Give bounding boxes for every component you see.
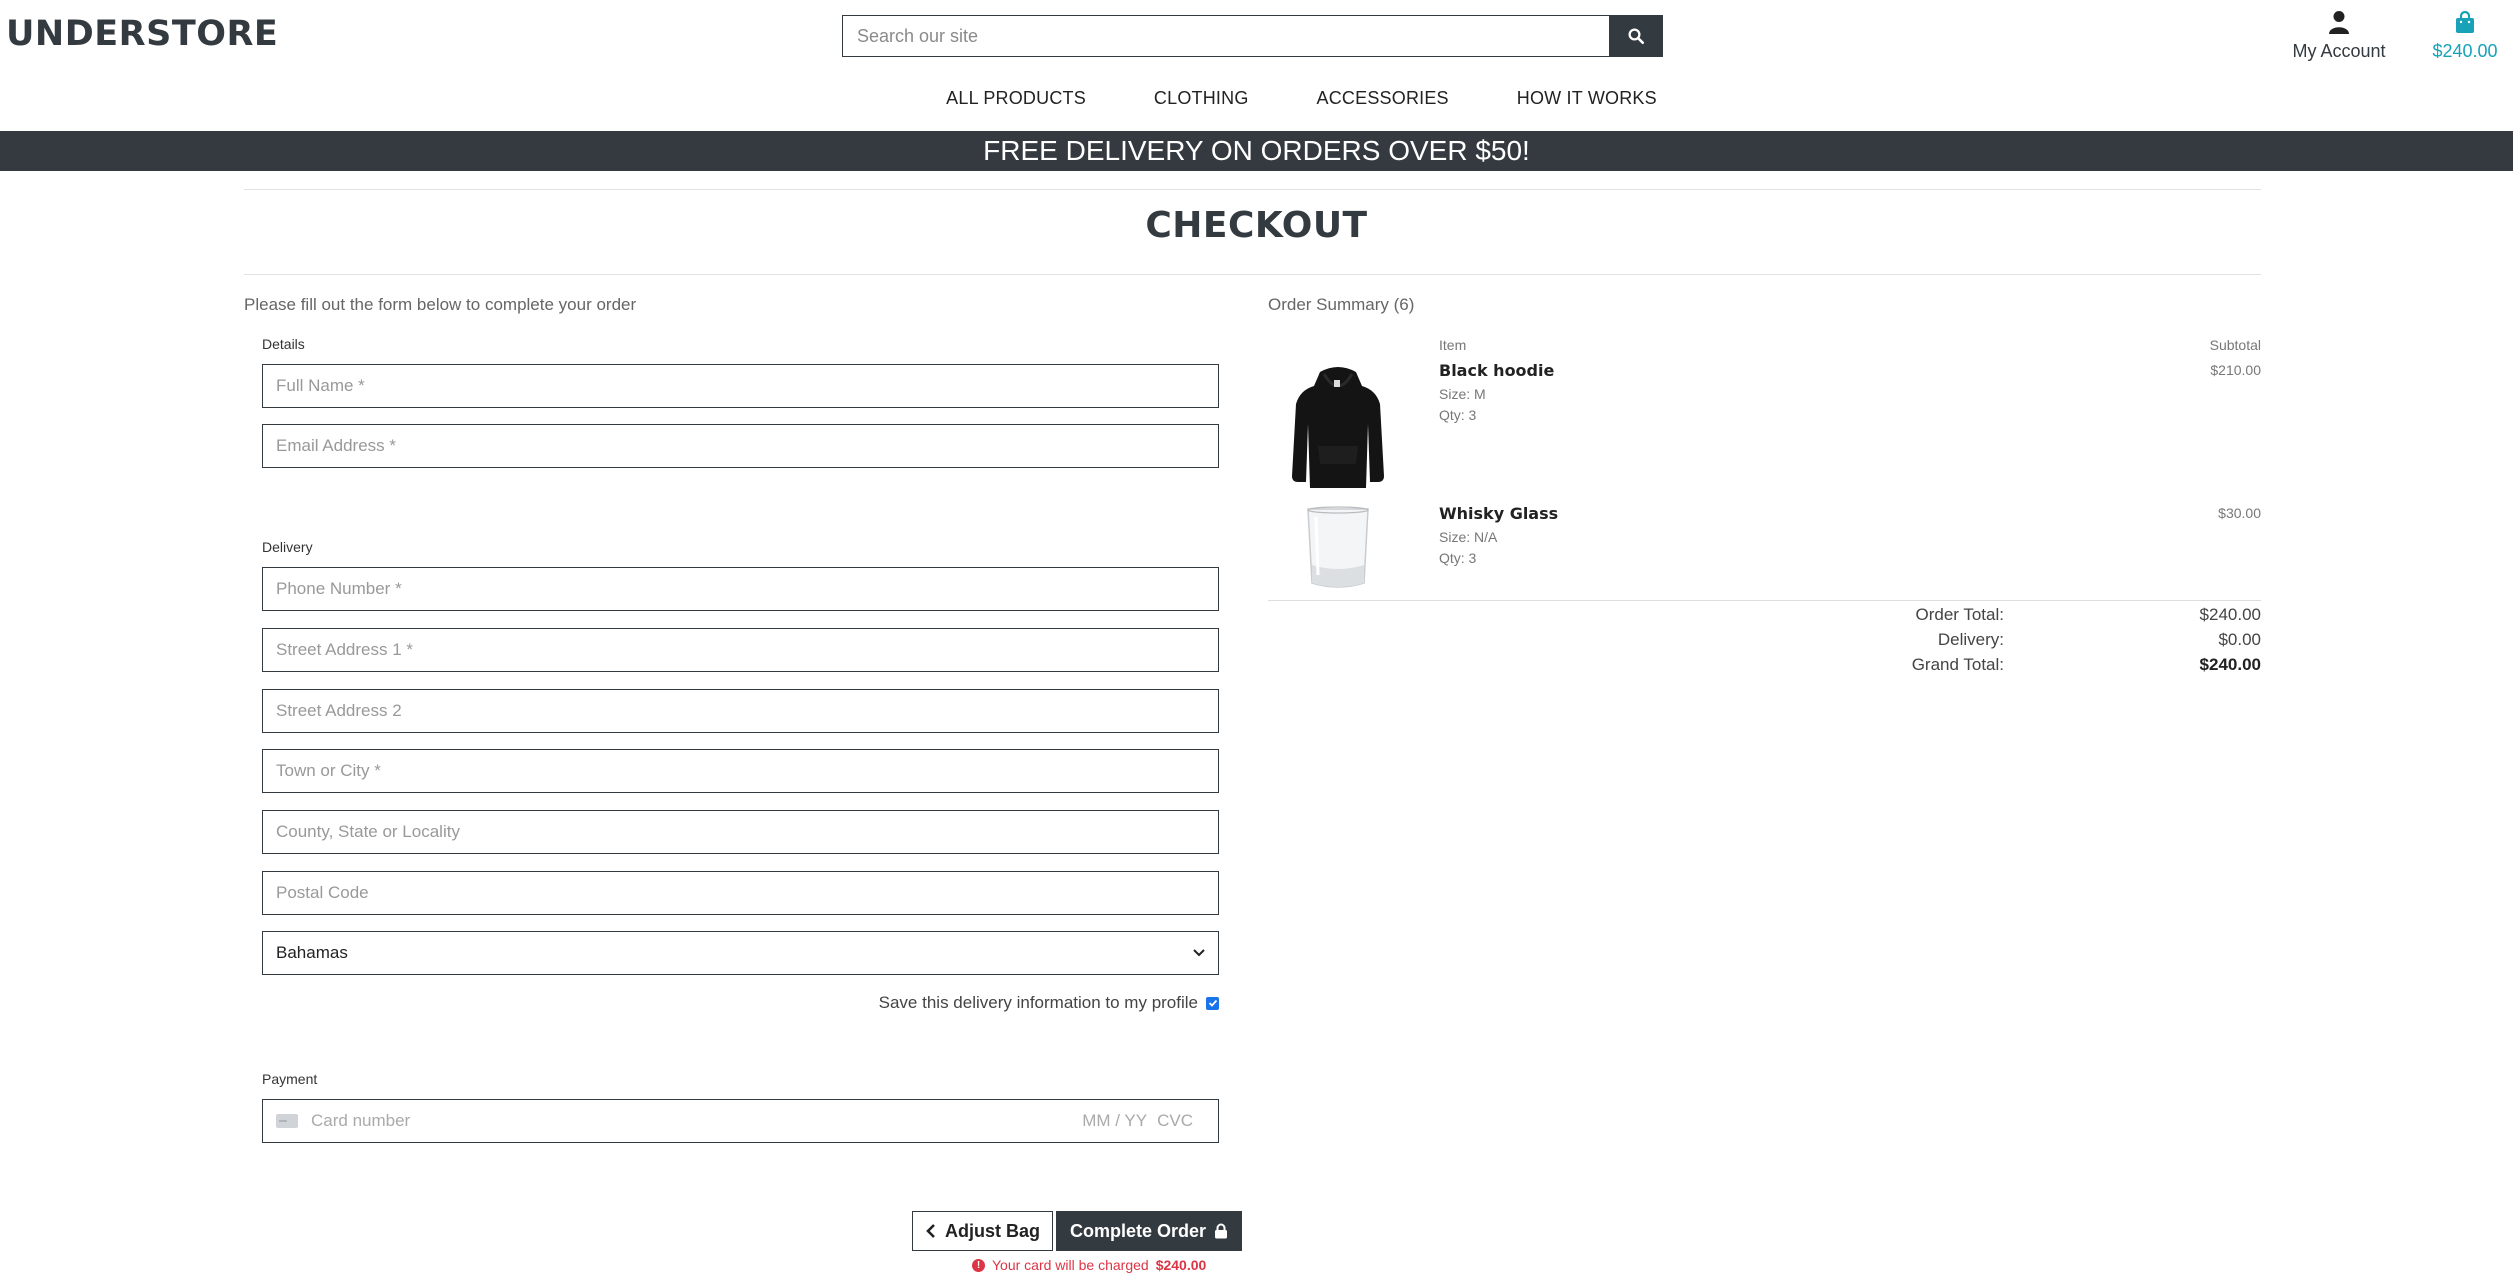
charge-text: Your card will be charged: [992, 1257, 1149, 1273]
charge-notice: ! Your card will be charged $240.00: [972, 1257, 1206, 1273]
street-address-2-field[interactable]: [262, 689, 1219, 733]
payment-label: Payment: [262, 1071, 318, 1087]
complete-order-label: Complete Order: [1070, 1220, 1207, 1241]
adjust-bag-label: Adjust Bag: [945, 1220, 1041, 1241]
search-button[interactable]: [1609, 15, 1663, 57]
hoodie-image: [1292, 367, 1384, 488]
nav-how-it-works[interactable]: HOW IT WORKS: [1483, 88, 1691, 109]
save-info-label[interactable]: Save this delivery information to my pro…: [879, 993, 1198, 1013]
card-element[interactable]: Card number MM / YY CVC: [262, 1099, 1219, 1143]
chevron-down-icon: [1193, 949, 1205, 957]
order-totals: Order Total: $240.00 Delivery: $0.00 Gra…: [1268, 602, 2261, 677]
full-name-field[interactable]: [262, 364, 1219, 408]
shopping-bag-icon: [2456, 10, 2474, 33]
item-qty: Qty: 3: [1439, 550, 1477, 566]
item-name[interactable]: Whisky Glass: [1439, 504, 1558, 523]
search-input[interactable]: [842, 15, 1609, 57]
nav-clothing[interactable]: CLOTHING: [1120, 88, 1283, 109]
county-field[interactable]: [262, 810, 1219, 854]
adjust-bag-button[interactable]: Adjust Bag: [912, 1211, 1054, 1251]
charge-amount: $240.00: [1155, 1257, 1207, 1273]
chevron-left-icon: [926, 1224, 935, 1238]
alert-icon: !: [972, 1258, 985, 1272]
divider: [244, 274, 2261, 275]
subtotal-column-header: Subtotal: [2209, 337, 2261, 353]
search-icon: [1628, 28, 1645, 45]
complete-order-button[interactable]: Complete Order: [1056, 1211, 1243, 1251]
grand-total-value: $240.00: [2199, 655, 2261, 674]
postal-code-field[interactable]: [262, 871, 1219, 915]
summary-divider: [1268, 600, 2261, 601]
town-city-field[interactable]: [262, 749, 1219, 793]
site-logo[interactable]: UNDERSTORE: [6, 14, 278, 54]
delivery-label: Delivery: [262, 539, 313, 555]
save-info-row: Save this delivery information to my pro…: [262, 993, 1219, 1013]
my-account-link[interactable]: My Account: [2286, 10, 2392, 62]
item-subtotal: $210.00: [2210, 362, 2261, 378]
bag-total: $240.00: [2432, 41, 2498, 61]
country-select[interactable]: Bahamas: [262, 931, 1219, 975]
item-size: Size: M: [1439, 386, 1486, 402]
item-subtotal: $30.00: [2218, 505, 2261, 521]
my-account-label: My Account: [2292, 41, 2386, 61]
checkmark-icon: [1208, 999, 1217, 1007]
credit-card-icon: [276, 1114, 298, 1128]
card-number-placeholder[interactable]: Card number: [311, 1111, 1082, 1131]
grand-total-label: Grand Total:: [1911, 655, 2004, 674]
email-field[interactable]: [262, 424, 1219, 468]
item-name[interactable]: Black hoodie: [1439, 361, 1554, 380]
card-expiry-placeholder[interactable]: MM / YY: [1082, 1111, 1147, 1131]
order-total-label: Order Total:: [1915, 605, 2004, 624]
phone-field[interactable]: [262, 567, 1219, 611]
search-bar: [842, 15, 1663, 57]
item-qty: Qty: 3: [1439, 407, 1477, 423]
main-nav: ALL PRODUCTS CLOTHING ACCESSORIES HOW IT…: [0, 88, 2513, 109]
item-size: Size: N/A: [1439, 529, 1498, 545]
delivery-cost-label: Delivery:: [1937, 630, 2004, 649]
nav-accessories[interactable]: ACCESSORIES: [1283, 88, 1483, 109]
glass-image: [1307, 506, 1369, 588]
nav-all-products[interactable]: ALL PRODUCTS: [912, 88, 1120, 109]
checkout-actions: Adjust Bag Complete Order: [912, 1211, 1243, 1251]
divider: [244, 189, 2261, 190]
shopping-bag-link[interactable]: $240.00: [2425, 10, 2505, 62]
order-summary-title: Order Summary (6): [1268, 295, 1415, 314]
delivery-cost-value: $0.00: [2218, 630, 2261, 649]
delivery-banner: FREE DELIVERY ON ORDERS OVER $50!: [0, 131, 2513, 171]
user-icon: [2329, 11, 2349, 34]
item-column-header: Item: [1439, 337, 1467, 353]
details-label: Details: [262, 336, 305, 352]
page-title: CHECKOUT: [1145, 205, 1368, 246]
order-total-value: $240.00: [2199, 605, 2261, 624]
country-selected-value: Bahamas: [276, 943, 348, 962]
street-address-1-field[interactable]: [262, 628, 1219, 672]
form-intro: Please fill out the form below to comple…: [244, 295, 637, 314]
save-info-checkbox[interactable]: [1206, 996, 1219, 1010]
lock-icon: [1215, 1223, 1228, 1239]
card-cvc-placeholder[interactable]: CVC: [1157, 1111, 1193, 1131]
